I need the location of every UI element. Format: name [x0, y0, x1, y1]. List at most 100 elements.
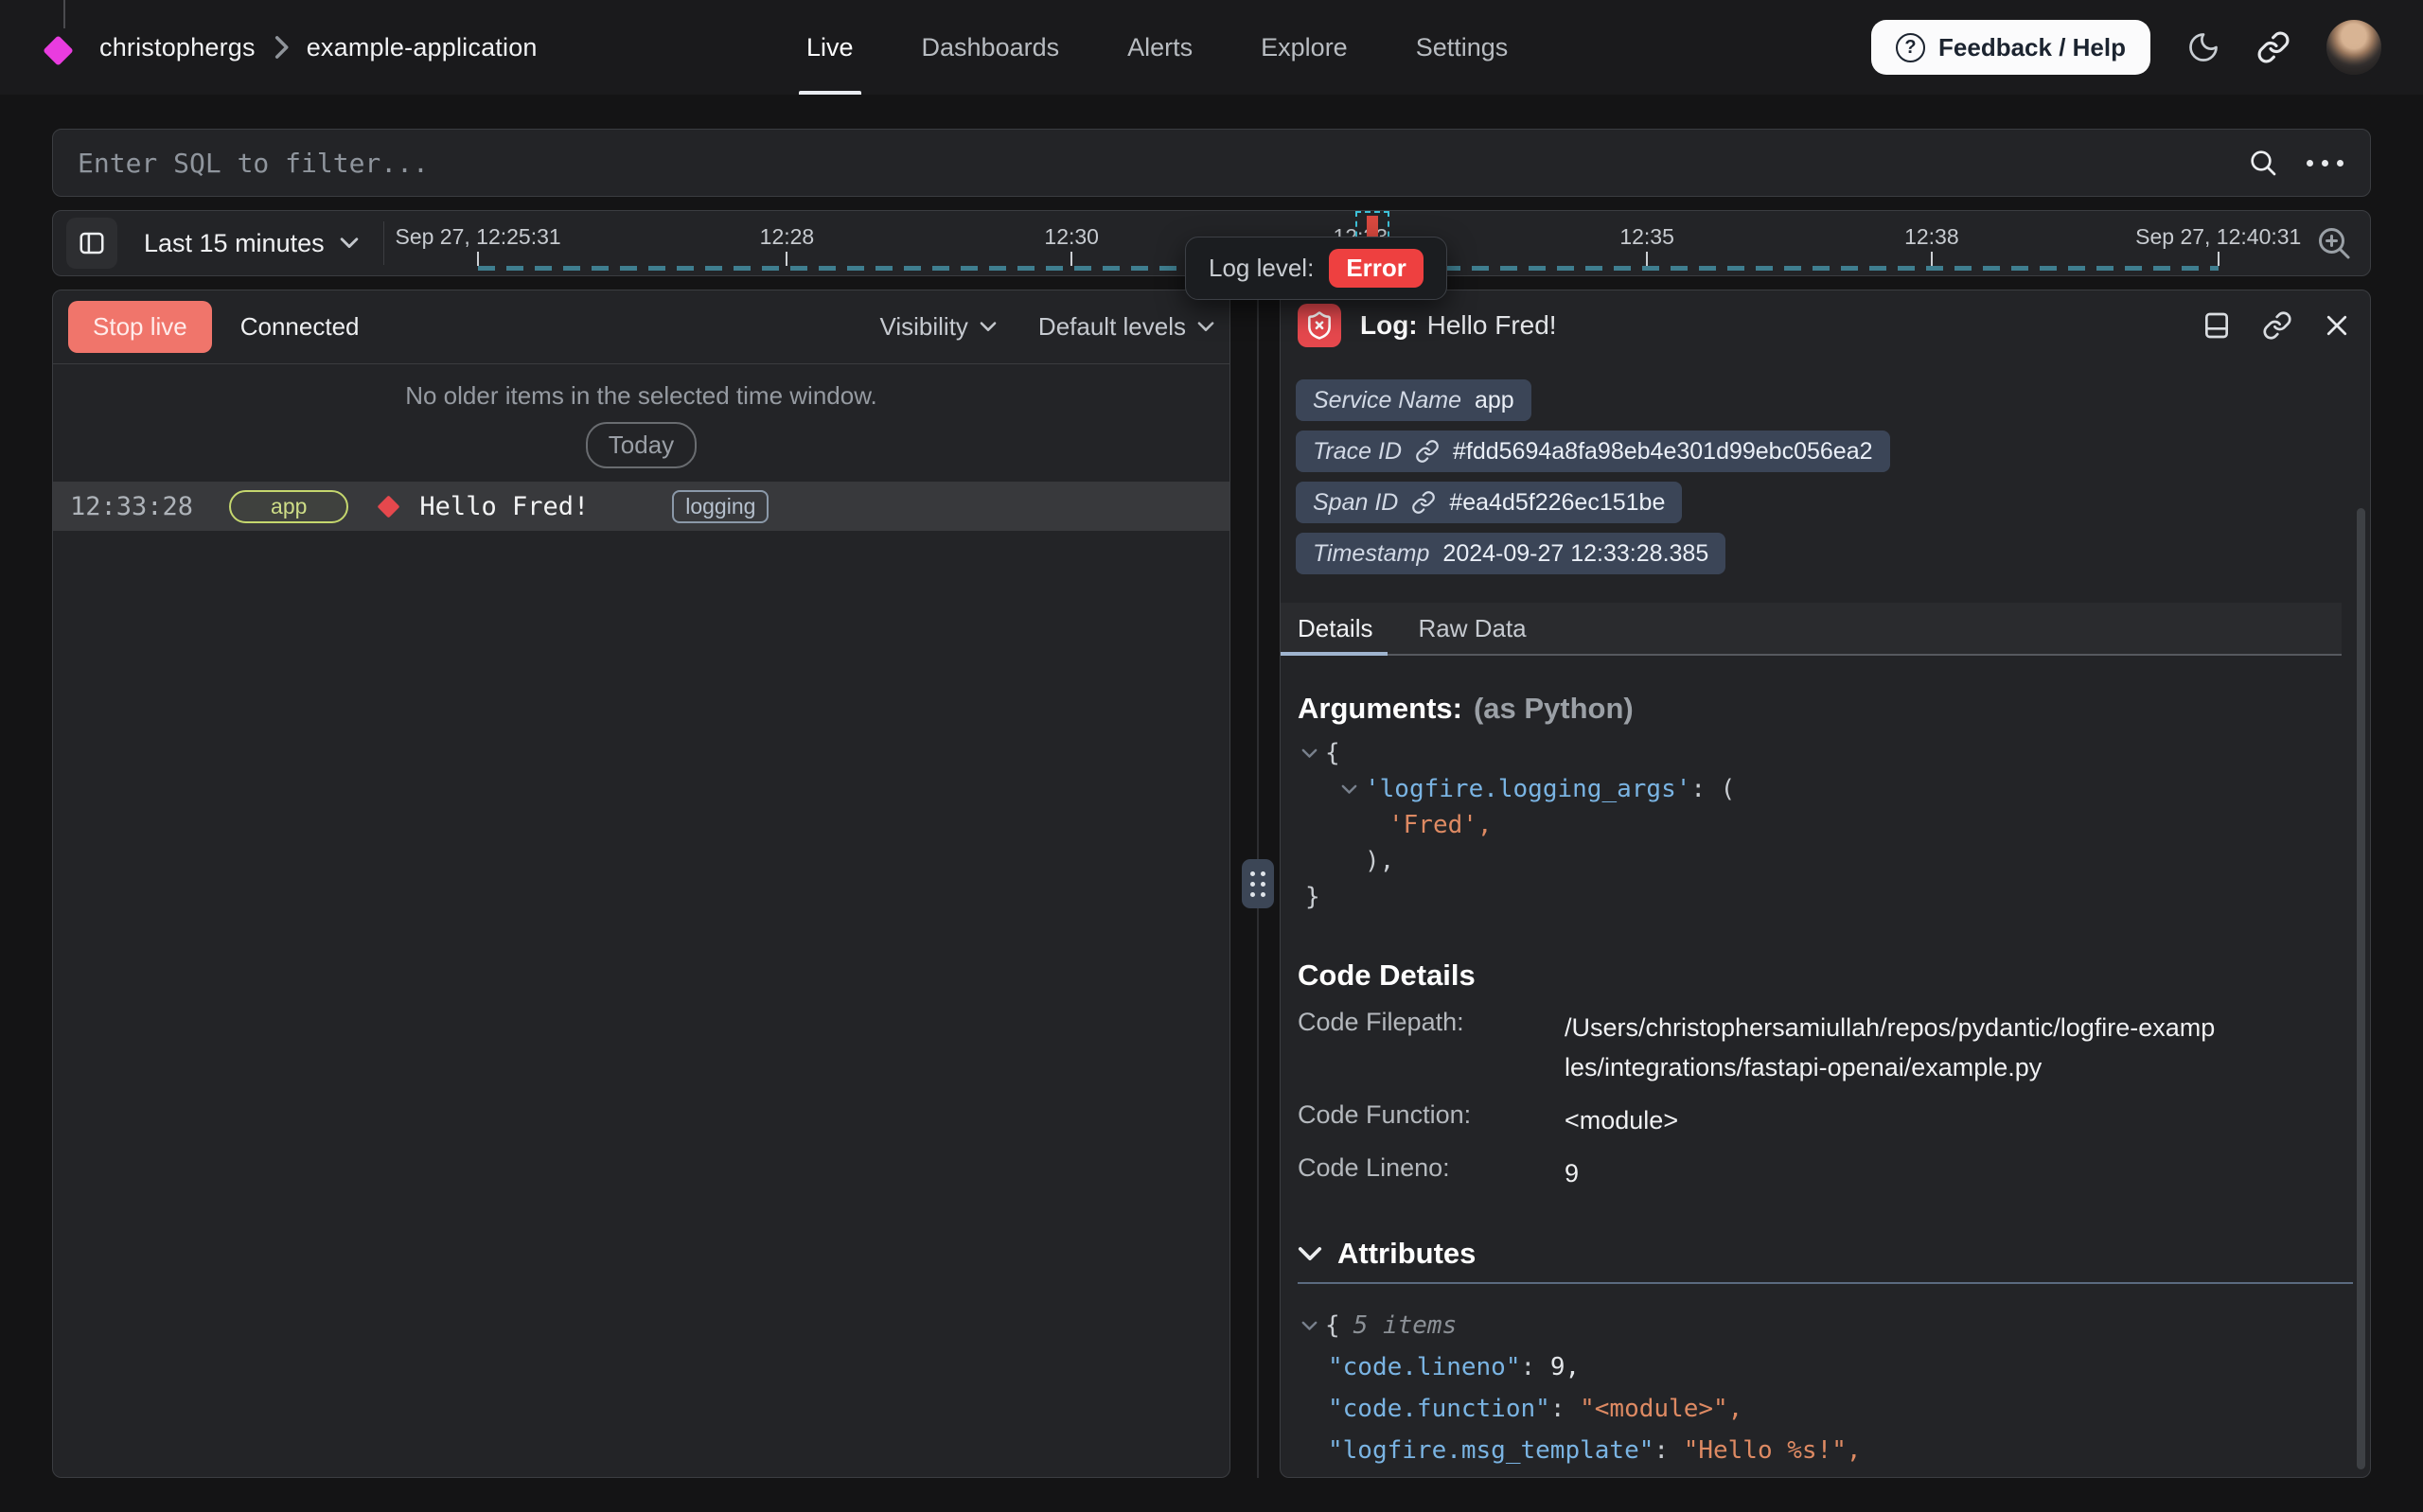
metadata-badges: Service Name app Trace ID #fdd5694a8fa98… [1281, 379, 2132, 574]
default-levels-label: Default levels [1038, 312, 1186, 342]
zoom-in-icon[interactable] [2311, 220, 2357, 266]
timeline-tick-label: 12:30 [1044, 224, 1099, 250]
arguments-heading-label: Arguments: [1298, 692, 1462, 725]
tooltip-label: Log level: [1209, 254, 1314, 283]
close-icon[interactable] [2321, 309, 2353, 342]
service-badge[interactable]: app [229, 490, 348, 523]
timeline-tick-mark [1931, 252, 1933, 266]
attributes-section-toggle[interactable]: Attributes [1298, 1237, 2370, 1271]
tab-explore[interactable]: Explore [1261, 0, 1348, 95]
detail-header: Log: Hello Fred! [1281, 290, 2370, 360]
badge-value: #fdd5694a8fa98eb4e301d99ebc056ea2 [1453, 438, 1873, 466]
timeline-tick-mark [1070, 252, 1072, 266]
breadcrumb-org[interactable]: christophergs [99, 33, 256, 62]
tab-dashboards[interactable]: Dashboards [922, 0, 1060, 95]
search-icon[interactable] [2248, 148, 2278, 178]
chevron-down-icon [1298, 1246, 1322, 1262]
badge-label: Timestamp [1313, 540, 1429, 568]
scrollbar[interactable] [2357, 508, 2365, 1469]
log-timestamp: 12:33:28 [70, 492, 193, 521]
service-name-badge[interactable]: Service Name app [1296, 379, 1531, 421]
tab-details[interactable]: Details [1298, 603, 1372, 654]
code-details-heading: Code Details [1298, 958, 2370, 993]
arguments-python-tree: { 'logfire.logging_args': ( 'Fred', ), } [1301, 735, 2370, 915]
tree-collapse-icon[interactable] [1301, 746, 1318, 762]
user-avatar[interactable] [2326, 20, 2381, 75]
tab-live[interactable]: Live [806, 0, 854, 95]
tree-collapse-icon[interactable] [1301, 1318, 1318, 1334]
chevron-down-icon [980, 321, 997, 333]
feedback-help-button[interactable]: Feedback / Help [1871, 20, 2150, 75]
arguments-heading: Arguments: (as Python) [1298, 692, 2370, 726]
timeline-tick-mark [1646, 252, 1648, 266]
scope-tag[interactable]: logging [672, 490, 769, 523]
live-log-panel: Stop live Connected Visibility Default l… [52, 290, 1230, 1478]
today-button[interactable]: Today [586, 422, 697, 468]
badge-value: app [1475, 387, 1514, 414]
timeline-tick-mark [2218, 252, 2220, 266]
breadcrumb: christophergs example-application [99, 33, 538, 62]
attributes-heading: Attributes [1337, 1237, 1476, 1271]
span-id-badge[interactable]: Span ID #ea4d5f226ec151be [1296, 482, 1682, 523]
code-function-label: Code Function: [1298, 1100, 1565, 1140]
timeline-tick-label: Sep 27, 12:25:31 [395, 224, 560, 250]
sidebar-toggle-button[interactable] [66, 218, 117, 269]
timeline-tick-label: Sep 27, 12:40:31 [2135, 224, 2301, 250]
trace-id-badge[interactable]: Trace ID #fdd5694a8fa98eb4e301d99ebc056e… [1296, 431, 1890, 472]
panel-resize-handle[interactable] [1242, 859, 1274, 908]
attributes-json-tree: { 5 items "code.lineno": 9, "code.functi… [1301, 1305, 2370, 1478]
chevron-right-icon [273, 35, 290, 60]
sql-filter-input[interactable] [78, 148, 2221, 179]
feedback-help-label: Feedback / Help [1938, 33, 2126, 62]
log-detail-panel: Log: Hello Fred! Service Name app Tra [1280, 290, 2371, 1478]
timestamp-badge[interactable]: Timestamp 2024-09-27 12:33:28.385 [1296, 533, 1725, 574]
tab-raw-data[interactable]: Raw Data [1418, 603, 1526, 654]
detail-title-label: Log: [1360, 310, 1418, 341]
detail-title-message: Hello Fred! [1427, 310, 1557, 341]
logfire-logo-icon[interactable] [43, 35, 74, 66]
link-icon [1415, 439, 1440, 464]
code-lineno-label: Code Lineno: [1298, 1153, 1565, 1193]
arguments-heading-suffix: (as Python) [1474, 692, 1634, 725]
code-details-table: Code Filepath: /Users/christophersamiull… [1298, 1008, 2370, 1193]
default-levels-dropdown[interactable]: Default levels [1038, 312, 1214, 342]
code-function-value: <module> [1565, 1100, 2218, 1140]
stop-live-button[interactable]: Stop live [68, 301, 212, 353]
timeline-tick-label: 12:35 [1619, 224, 1674, 250]
share-link-icon[interactable] [2256, 30, 2290, 64]
badge-value: #ea4d5f226ec151be [1449, 489, 1665, 517]
timeline-tick-label: 12:28 [760, 224, 815, 250]
badge-label: Service Name [1313, 387, 1461, 414]
timeline-tick-mark [477, 252, 479, 266]
badge-label: Trace ID [1313, 438, 1402, 466]
link-icon [1411, 490, 1436, 515]
connection-status: Connected [240, 312, 360, 342]
logo-stem [63, 0, 65, 28]
timeline-tick-mark [786, 252, 787, 266]
help-icon [1896, 33, 1925, 62]
timeline-tick-label: 12:38 [1904, 224, 1959, 250]
badge-value: 2024-09-27 12:33:28.385 [1442, 540, 1708, 568]
log-message: Hello Fred! [419, 492, 589, 521]
attributes-divider [1298, 1282, 2353, 1284]
error-shield-icon [1298, 304, 1341, 347]
nav-tabs: Live Dashboards Alerts Explore Settings [806, 0, 1508, 95]
log-row-selected[interactable]: 12:33:28 app Hello Fred! logging [53, 482, 1229, 531]
sql-filter-bar [52, 129, 2371, 197]
more-options-icon[interactable] [2305, 154, 2345, 172]
theme-toggle-moon-icon[interactable] [2186, 30, 2220, 64]
tab-settings[interactable]: Settings [1416, 0, 1509, 95]
chevron-down-icon [1197, 321, 1214, 333]
visibility-label: Visibility [879, 312, 967, 342]
detail-tabs: Details Raw Data [1281, 603, 2342, 656]
code-filepath-value: /Users/christophersamiullah/repos/pydant… [1565, 1008, 2218, 1087]
copy-link-icon[interactable] [2260, 308, 2294, 343]
empty-window-message: No older items in the selected time wind… [53, 381, 1229, 411]
panel-layout-icon[interactable] [2200, 308, 2234, 343]
tab-alerts[interactable]: Alerts [1127, 0, 1193, 95]
code-filepath-label: Code Filepath: [1298, 1008, 1565, 1087]
tree-collapse-icon[interactable] [1341, 782, 1357, 798]
visibility-dropdown[interactable]: Visibility [879, 312, 996, 342]
badge-label: Span ID [1313, 489, 1398, 517]
breadcrumb-project[interactable]: example-application [307, 33, 538, 62]
